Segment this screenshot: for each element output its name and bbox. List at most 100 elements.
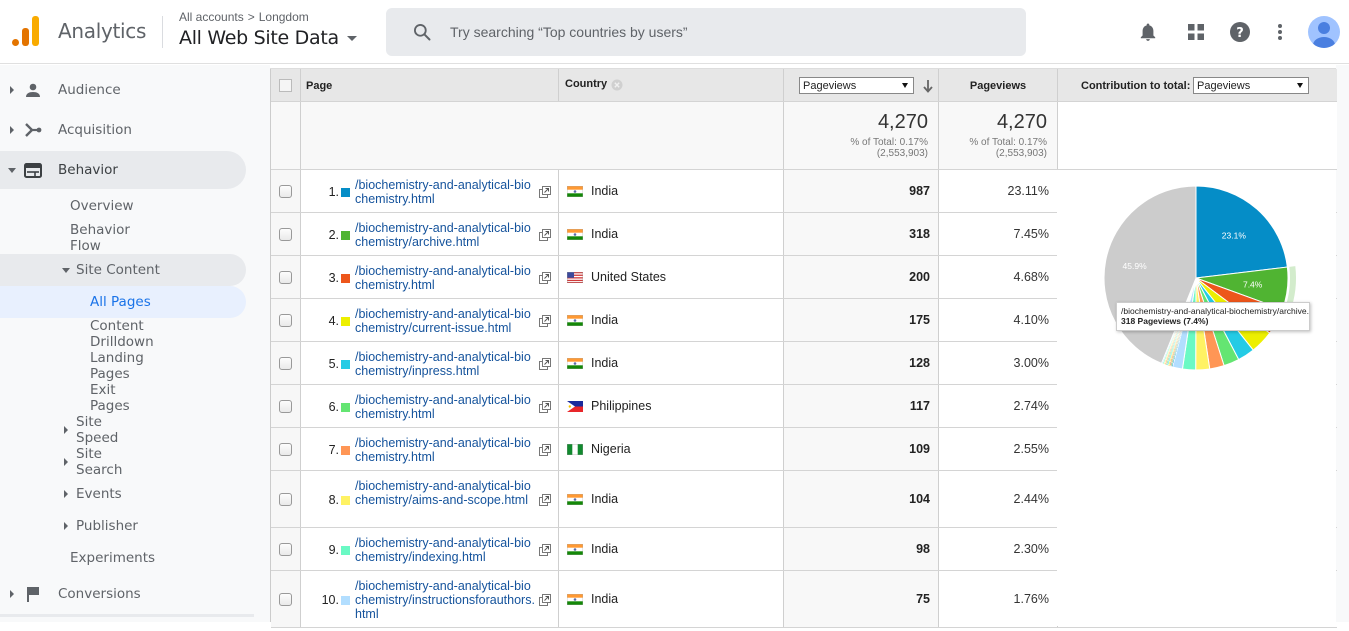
page-path-link[interactable]: /biochemistry-and-analytical-biochemistr… [355, 221, 535, 249]
external-link-icon[interactable] [539, 228, 551, 241]
metric-cell: 104 [784, 471, 939, 527]
external-link-icon[interactable] [539, 493, 551, 506]
search-input[interactable] [450, 24, 990, 40]
expand-arrow-icon[interactable] [10, 126, 14, 134]
page-path-link[interactable]: /biochemistry-and-analytical-biochemistr… [355, 307, 535, 335]
bell-icon[interactable] [1136, 20, 1160, 44]
account-avatar[interactable] [1308, 16, 1340, 48]
country-cell: India [559, 170, 784, 212]
series-color-swatch [341, 359, 350, 369]
sidebar-item-all-pages[interactable]: All Pages [0, 286, 246, 318]
contribution-dropdown[interactable]: Pageviews [1193, 77, 1309, 94]
country-name[interactable]: India [591, 492, 618, 506]
collapse-arrow-icon[interactable] [62, 267, 70, 273]
column-header-pageviews[interactable]: Pageviews [939, 80, 1057, 92]
expand-arrow-icon[interactable] [10, 590, 14, 598]
country-name[interactable]: United States [591, 270, 666, 284]
tooltip-value: 318 Pageviews (7.4%) [1121, 316, 1209, 326]
row-checkbox[interactable] [279, 184, 292, 198]
page-path-link[interactable]: /biochemistry-and-analytical-biochemistr… [355, 178, 535, 206]
page-path-link[interactable]: /biochemistry-and-analytical-biochemistr… [355, 393, 535, 421]
pageviews-value: 104 [909, 491, 930, 506]
sidebar-item-site-content[interactable]: Site Content [0, 254, 246, 286]
sidebar-item-behavior[interactable]: Behavior [0, 151, 246, 189]
page-cell: 3. /biochemistry-and-analytical-biochemi… [301, 256, 559, 298]
country-name[interactable]: Nigeria [591, 442, 631, 456]
row-checkbox[interactable] [279, 592, 292, 606]
external-link-icon[interactable] [539, 357, 551, 370]
column-header-country[interactable]: Country [565, 78, 607, 90]
row-checkbox-cell [271, 385, 301, 427]
sidebar-item-audience[interactable]: Audience [0, 71, 246, 109]
expand-arrow-icon[interactable] [64, 426, 68, 434]
flag-in-icon [567, 357, 583, 369]
external-link-icon[interactable] [539, 271, 551, 284]
row-checkbox[interactable] [279, 356, 292, 370]
column-header-page[interactable]: Page [306, 80, 332, 92]
page-path-link[interactable]: /biochemistry-and-analytical-biochemistr… [355, 436, 535, 464]
percent-cell: 1.76% [939, 571, 1058, 627]
row-checkbox[interactable] [279, 399, 292, 413]
page-path-link[interactable]: /biochemistry-and-analytical-biochemistr… [355, 536, 535, 564]
external-link-icon[interactable] [539, 314, 551, 327]
sidebar-item-conversions[interactable]: Conversions [0, 575, 246, 613]
country-name[interactable]: India [591, 184, 618, 198]
sidebar-item-acquisition[interactable]: Acquisition [0, 111, 246, 149]
row-checkbox[interactable] [279, 227, 292, 241]
expand-arrow-icon[interactable] [10, 86, 14, 94]
metric-cell: 200 [784, 256, 939, 298]
flag-in-icon [567, 543, 583, 555]
external-link-icon[interactable] [539, 443, 551, 456]
total-pageviews-cell: 4,270 % of Total: 0.17% (2,553,903) [939, 102, 1058, 169]
sort-descending-icon[interactable] [923, 79, 933, 93]
row-checkbox[interactable] [279, 442, 292, 456]
pageviews-value: 987 [909, 183, 930, 198]
page-path-link[interactable]: /biochemistry-and-analytical-biochemistr… [355, 579, 535, 621]
select-all-checkbox[interactable] [279, 79, 292, 92]
row-index: 9. [328, 542, 339, 557]
more-vert-icon[interactable] [1268, 20, 1292, 44]
country-name[interactable]: India [591, 592, 618, 606]
country-name[interactable]: India [591, 227, 618, 241]
breadcrumb-property[interactable]: Longdom [259, 10, 309, 24]
external-link-icon[interactable] [539, 400, 551, 413]
row-index: 7. [328, 442, 339, 457]
chart-tooltip: /biochemistry-and-analytical-biochemistr… [1116, 302, 1310, 331]
expand-arrow-icon[interactable] [64, 522, 68, 530]
flag-icon [24, 585, 42, 603]
external-link-icon[interactable] [539, 543, 551, 556]
country-name[interactable]: India [591, 313, 618, 327]
series-color-swatch [341, 187, 350, 197]
country-name[interactable]: Philippines [591, 399, 651, 413]
expand-arrow-icon[interactable] [64, 458, 68, 466]
row-checkbox[interactable] [279, 313, 292, 327]
metric-dropdown[interactable]: Pageviews [799, 77, 914, 94]
row-checkbox[interactable] [279, 492, 292, 506]
external-link-icon[interactable] [539, 593, 551, 606]
page-path-link[interactable]: /biochemistry-and-analytical-biochemistr… [355, 479, 535, 507]
remove-dimension-icon[interactable] [611, 79, 623, 91]
page-path-link[interactable]: /biochemistry-and-analytical-biochemistr… [355, 350, 535, 378]
apps-grid-icon[interactable] [1184, 20, 1208, 44]
expand-arrow-icon[interactable] [64, 490, 68, 498]
page-path-link[interactable]: /biochemistry-and-analytical-biochemistr… [355, 264, 535, 292]
header-pageviews[interactable]: Pageviews [939, 69, 1058, 101]
country-name[interactable]: India [591, 356, 618, 370]
breadcrumb[interactable]: All accounts > Longdom [179, 10, 309, 24]
percent-cell: 4.68% [939, 256, 1058, 298]
analytics-logo-icon[interactable] [12, 16, 40, 46]
view-selector[interactable]: All Web Site Data [179, 27, 357, 49]
header-country[interactable]: Country [559, 69, 784, 101]
header-page[interactable]: Page [301, 69, 559, 101]
search-bar[interactable] [386, 8, 1026, 56]
table-header-row: Page Country Pageviews Pageviews Contrib… [271, 69, 1337, 102]
row-checkbox[interactable] [279, 270, 292, 284]
collapse-arrow-icon[interactable] [8, 167, 16, 173]
help-icon[interactable]: ? [1228, 20, 1252, 44]
flag-us-icon [567, 271, 583, 283]
row-checkbox[interactable] [279, 542, 292, 556]
external-link-icon[interactable] [539, 185, 551, 198]
breadcrumb-account[interactable]: All accounts [179, 10, 244, 24]
country-cell: India [559, 571, 784, 627]
country-name[interactable]: India [591, 542, 618, 556]
